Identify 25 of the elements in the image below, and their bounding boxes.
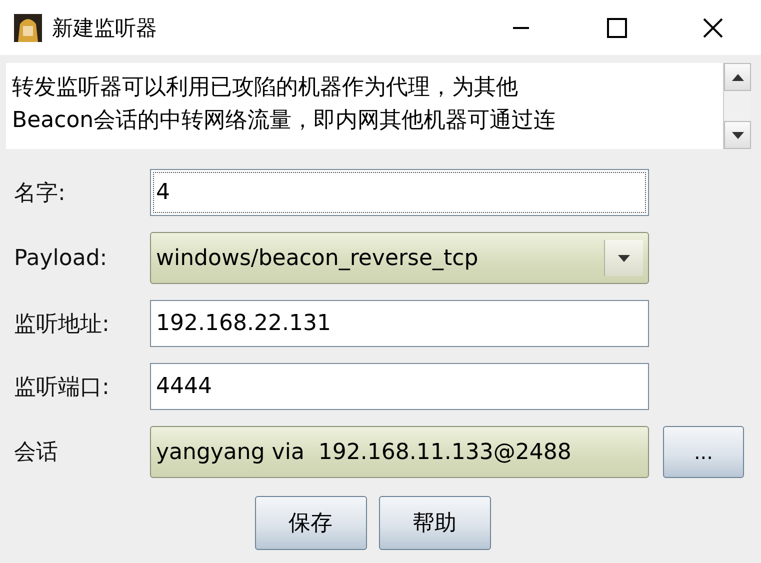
field-label: 监听端口: (14, 374, 110, 402)
dialog-button[interactable]: 保存 (254, 496, 366, 550)
field-label: 监听地址: (14, 310, 110, 338)
description-text: Beacon会话的中转网络流量，即内网其他机器可通过连 (12, 107, 557, 135)
input-field[interactable]: 192.168.22.131 (150, 300, 649, 347)
dialog-button[interactable]: 帮助 (378, 496, 490, 550)
up-arrow-icon (732, 74, 744, 80)
down-arrow-icon (732, 132, 744, 138)
browse-button[interactable]: ... (663, 426, 744, 478)
input-field[interactable]: 4444 (150, 363, 649, 410)
scroll-up-button[interactable] (724, 63, 751, 91)
app-icon (14, 14, 42, 42)
close-icon (703, 18, 723, 38)
session-field[interactable]: yangyang via 192.168.11.133@2488 (150, 426, 649, 478)
input-field[interactable]: 4 (150, 169, 649, 216)
field-label: Payload: (14, 246, 108, 270)
field-label: 名字: (14, 180, 66, 208)
payload-dropdown[interactable]: windows/beacon_reverse_tcp (150, 232, 649, 284)
caret-icon (618, 254, 630, 262)
maximize-icon (607, 18, 627, 38)
field-label: 会话 (14, 439, 59, 467)
description-text: 转发监听器可以利用已攻陷的机器作为代理，为其他 (12, 74, 519, 102)
window-title: 新建监听器 (52, 14, 158, 42)
minimize-icon (513, 26, 529, 28)
scroll-down-button[interactable] (724, 121, 751, 149)
